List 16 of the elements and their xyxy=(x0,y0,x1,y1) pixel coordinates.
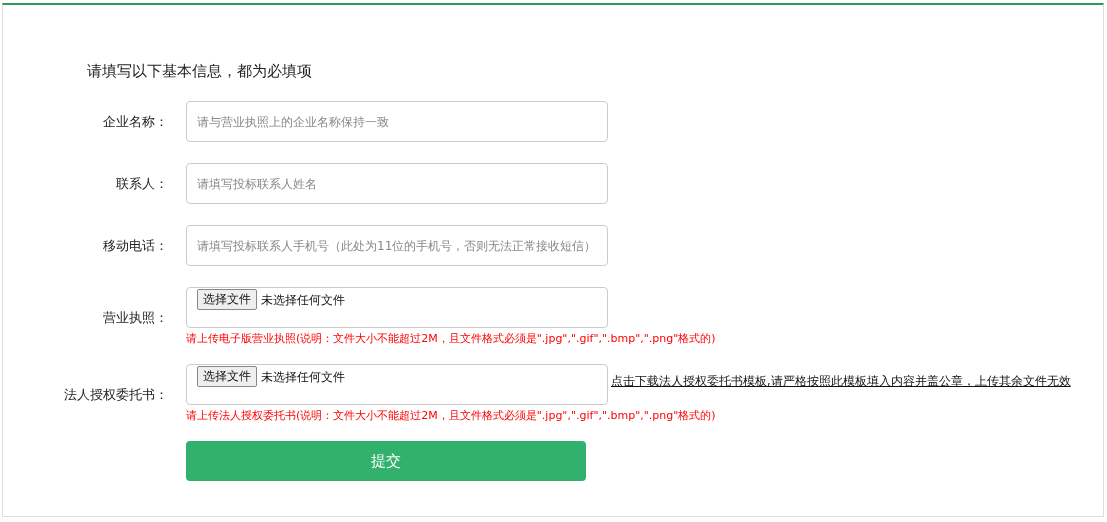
field-label: 移动电话： xyxy=(102,237,168,255)
upload-hint: 请上传电子版营业执照(说明：文件大小不能超过2M，且文件格式必须是".jpg",".gif",".bmp",".png"格式的) xyxy=(186,331,716,346)
text-field[interactable]: 请填写投标联系人手机号（此处为11位的手机号，否则无法正常接收短信） xyxy=(186,225,608,266)
file-status: 未选择任何文件 xyxy=(261,292,345,309)
upload-hint: 请上传法人授权委托书(说明：文件大小不能超过2M，且文件格式必须是".jpg",".gif",".bmp",".png"格式的) xyxy=(186,408,717,423)
form-heading: 请填写以下基本信息，都为必填项 xyxy=(87,61,313,82)
field-label: 法人授权委托书： xyxy=(63,386,168,404)
template-download-link[interactable]: 点击下载法人授权委托书模板,请严格按照此模板填入内容并盖公章，上传其余文件无效 xyxy=(611,374,1071,405)
field-label: 企业名称： xyxy=(102,113,168,131)
text-field[interactable]: 请与营业执照上的企业名称保持一致 xyxy=(186,101,608,142)
field-label: 联系人： xyxy=(115,175,168,193)
choose-file-button[interactable]: 选择文件 xyxy=(197,289,257,310)
text-field[interactable]: 请填写投标联系人姓名 xyxy=(186,163,608,204)
field-label: 营业执照： xyxy=(102,309,168,327)
file-status: 未选择任何文件 xyxy=(261,369,345,386)
choose-file-button[interactable]: 选择文件 xyxy=(197,366,257,387)
